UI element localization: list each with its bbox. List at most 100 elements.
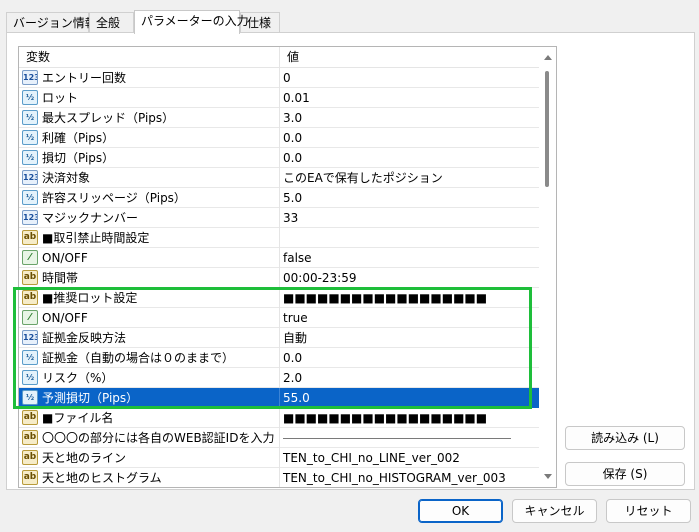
parameter-value[interactable]: 3.0 (279, 108, 539, 128)
parameter-name: 〇〇〇の部分には各自のWEB認証IDを入力 (42, 431, 275, 445)
save-button-label: 保存 (S) (602, 467, 648, 481)
grid-rows: 123 エントリー回数 0 ½ ロット 0.01 ½ 最大スプレッド（Pips） 3.0 ½ 利確（… (19, 68, 539, 487)
parameter-value[interactable]: ■■■■■■■■■■■■■■■■■■ (279, 288, 539, 308)
separator-line (283, 438, 511, 439)
ok-button[interactable]: OK (418, 499, 503, 523)
integer-type-icon: 123 (22, 70, 38, 85)
parameter-value[interactable]: 5.0 (279, 188, 539, 208)
header-value[interactable]: 値 (279, 47, 299, 68)
parameter-name: 利確（Pips） (42, 131, 115, 145)
parameter-row[interactable]: ab ■ファイル名 ■■■■■■■■■■■■■■■■■■ (19, 408, 539, 428)
double-type-icon: ½ (22, 90, 38, 105)
tab-parameters[interactable]: パラメーターの入力 (134, 10, 249, 34)
parameter-name: 天と地のライン (42, 451, 127, 465)
parameter-row[interactable]: ½ リスク（%） 2.0 (19, 368, 539, 388)
load-button[interactable]: 読み込み (L) (565, 426, 685, 450)
save-button[interactable]: 保存 (S) (565, 462, 685, 486)
integer-type-icon: 123 (22, 170, 38, 185)
parameter-name: 証拠金（自動の場合は０のままで） (42, 351, 235, 365)
integer-type-icon: 123 (22, 330, 38, 345)
parameter-row[interactable]: ab 〇〇〇の部分には各自のWEB認証IDを入力 (19, 428, 539, 448)
parameter-value[interactable]: 2.0 (279, 368, 539, 388)
parameter-row[interactable]: ab 天と地のヒストグラム TEN_to_CHI_no_HISTOGRAM_ver_… (19, 468, 539, 487)
parameter-name: 証拠金反映方法 (42, 331, 127, 345)
parameter-row[interactable]: ½ 予測損切（Pips） 55.0 (19, 388, 539, 408)
parameter-value[interactable]: false (279, 248, 539, 268)
parameter-row[interactable]: ½ 最大スプレッド（Pips） 3.0 (19, 108, 539, 128)
scroll-down-icon[interactable] (544, 474, 552, 479)
tab-label: パラメーターの入力 (141, 14, 249, 28)
tab-version-info[interactable]: バージョン情報 (6, 12, 97, 33)
parameter-value[interactable]: 自動 (279, 328, 539, 348)
parameter-name: 決済対象 (42, 171, 91, 185)
tab-general[interactable]: 全般 (89, 12, 134, 33)
parameter-name: ■ファイル名 (42, 411, 114, 425)
integer-type-icon: 123 (22, 210, 38, 225)
parameter-value[interactable]: true (279, 308, 539, 328)
scroll-up-icon[interactable] (544, 55, 552, 60)
parameter-name: 許容スリッページ（Pips） (42, 191, 186, 205)
parameter-value[interactable]: ■■■■■■■■■■■■■■■■■■ (279, 408, 539, 428)
parameter-row[interactable]: 123 証拠金反映方法 自動 (19, 328, 539, 348)
string-type-icon: ab (22, 230, 38, 245)
parameter-row[interactable]: ab 天と地のライン TEN_to_CHI_no_LINE_ver_002 (19, 448, 539, 468)
tab-label: バージョン情報 (13, 16, 97, 30)
parameter-value[interactable]: TEN_to_CHI_no_LINE_ver_002 (279, 448, 539, 468)
parameter-value[interactable]: 0.01 (279, 88, 539, 108)
reset-button[interactable]: リセット (606, 499, 691, 523)
vertical-scrollbar[interactable] (540, 47, 556, 487)
double-type-icon: ½ (22, 190, 38, 205)
cancel-button[interactable]: キャンセル (512, 499, 597, 523)
parameter-name: ロット (42, 91, 79, 105)
parameter-row[interactable]: ½ 損切（Pips） 0.0 (19, 148, 539, 168)
parameter-value[interactable]: 33 (279, 208, 539, 228)
parameter-value[interactable]: 0.0 (279, 128, 539, 148)
parameter-value[interactable]: このEAで保有したポジション (279, 168, 539, 188)
parameter-name: 予測損切（Pips） (42, 391, 139, 405)
ok-button-label: OK (451, 504, 470, 518)
parameter-row[interactable]: 123 エントリー回数 0 (19, 68, 539, 88)
tab-label: 全般 (96, 16, 121, 30)
bool-type-icon: ⁄ (22, 310, 38, 325)
parameter-row[interactable]: ⁄ ON/OFF true (19, 308, 539, 328)
double-type-icon: ½ (22, 110, 38, 125)
parameter-name: 時間帯 (42, 271, 79, 285)
scroll-thumb[interactable] (545, 71, 549, 187)
parameter-row[interactable]: ½ 許容スリッページ（Pips） 5.0 (19, 188, 539, 208)
parameter-name: ■推奨ロット設定 (42, 291, 138, 305)
parameter-row[interactable]: 123 決済対象 このEAで保有したポジション (19, 168, 539, 188)
parameter-row[interactable]: ½ 利確（Pips） 0.0 (19, 128, 539, 148)
parameter-name: 天と地のヒストグラム (42, 471, 162, 485)
parameter-value[interactable] (279, 428, 539, 448)
parameter-value[interactable] (279, 228, 539, 248)
parameter-row[interactable]: ab 時間帯 00:00-23:59 (19, 268, 539, 288)
parameter-row[interactable]: ab ■取引禁止時間設定 (19, 228, 539, 248)
parameter-row[interactable]: ⁄ ON/OFF false (19, 248, 539, 268)
parameter-grid: 変数 値 123 エントリー回数 0 ½ ロット 0.01 ½ 最大スプレッド（Pips） 3.… (18, 46, 557, 488)
parameter-row[interactable]: ½ ロット 0.01 (19, 88, 539, 108)
double-type-icon: ½ (22, 130, 38, 145)
string-type-icon: ab (22, 450, 38, 465)
load-button-label: 読み込み (L) (591, 431, 659, 445)
reset-button-label: リセット (624, 504, 673, 518)
parameter-value[interactable]: 00:00-23:59 (279, 268, 539, 288)
parameter-value[interactable]: 0 (279, 68, 539, 88)
tab-label: 仕様 (247, 16, 272, 30)
parameter-row[interactable]: 123 マジックナンバー 33 (19, 208, 539, 228)
parameter-value[interactable]: TEN_to_CHI_no_HISTOGRAM_ver_003 (279, 468, 539, 487)
parameter-value[interactable]: 0.0 (279, 348, 539, 368)
parameter-value[interactable]: 55.0 (279, 388, 539, 408)
header-variable[interactable]: 変数 (19, 47, 50, 68)
string-type-icon: ab (22, 410, 38, 425)
grid-header: 変数 値 (19, 47, 539, 68)
parameter-row[interactable]: ½ 証拠金（自動の場合は０のままで） 0.0 (19, 348, 539, 368)
parameter-value[interactable]: 0.0 (279, 148, 539, 168)
double-type-icon: ½ (22, 370, 38, 385)
double-type-icon: ½ (22, 350, 38, 365)
cancel-button-label: キャンセル (524, 504, 585, 518)
parameter-row[interactable]: ab ■推奨ロット設定 ■■■■■■■■■■■■■■■■■■ (19, 288, 539, 308)
parameter-name: 損切（Pips） (42, 151, 115, 165)
parameter-name: マジックナンバー (42, 211, 139, 225)
parameter-name: エントリー回数 (42, 71, 127, 85)
parameter-name: 最大スプレッド（Pips） (42, 111, 175, 125)
